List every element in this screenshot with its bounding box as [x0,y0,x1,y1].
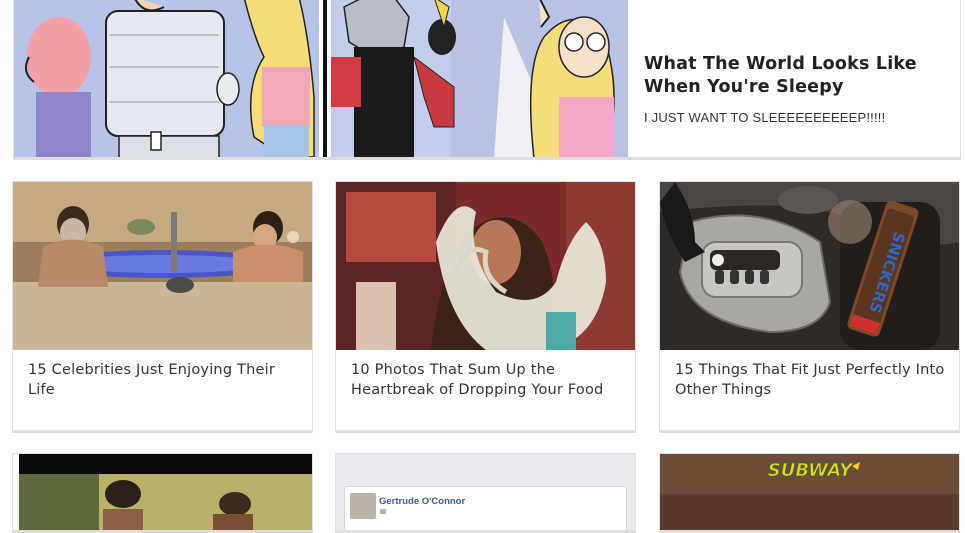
story-card-row3-right[interactable]: SUBWAY [659,453,960,533]
story-card-title[interactable]: 10 Photos That Sum Up the Heartbreak of … [351,360,621,400]
story-card-row3-middle[interactable]: Gertrude O'Connor [335,453,636,533]
story-card-things-fit[interactable]: SNICKERS 15 Things That Fit Just Perfect… [659,181,960,433]
featured-subtitle: I JUST WANT TO SLEEEEEEEEEEP!!!!! [644,110,886,125]
facebook-name: Gertrude O'Connor [379,496,466,507]
story-card-celebrities[interactable]: 15 Celebrities Just Enjoying Their Life [12,181,313,433]
facebook-post: Gertrude O'Connor [344,486,627,530]
story-card-title[interactable]: 15 Celebrities Just Enjoying Their Life [28,360,298,400]
avatar [350,493,376,519]
snickers-cupholder-image[interactable]: SNICKERS [660,182,959,350]
story-card-title[interactable]: 15 Things That Fit Just Perfectly Into O… [675,360,945,400]
subway-logo: SUBWAY [768,460,854,481]
featured-title[interactable]: What The World Looks Like When You're Sl… [644,53,944,99]
dropping-food-image[interactable] [336,182,635,350]
story-card-dropping-food[interactable]: 10 Photos That Sum Up the Heartbreak of … [335,181,636,433]
story-card-row3-left[interactable] [12,453,313,533]
people-icon [380,509,386,514]
music-video-image[interactable] [13,454,312,530]
facebook-post-image[interactable]: Gertrude O'Connor [336,454,635,530]
featured-story-card[interactable]: What The World Looks Like When You're Sl… [13,0,961,160]
celebrities-hot-tub-image[interactable] [13,182,312,350]
subway-image[interactable]: SUBWAY [660,454,959,530]
featured-comic-image[interactable] [14,0,628,157]
